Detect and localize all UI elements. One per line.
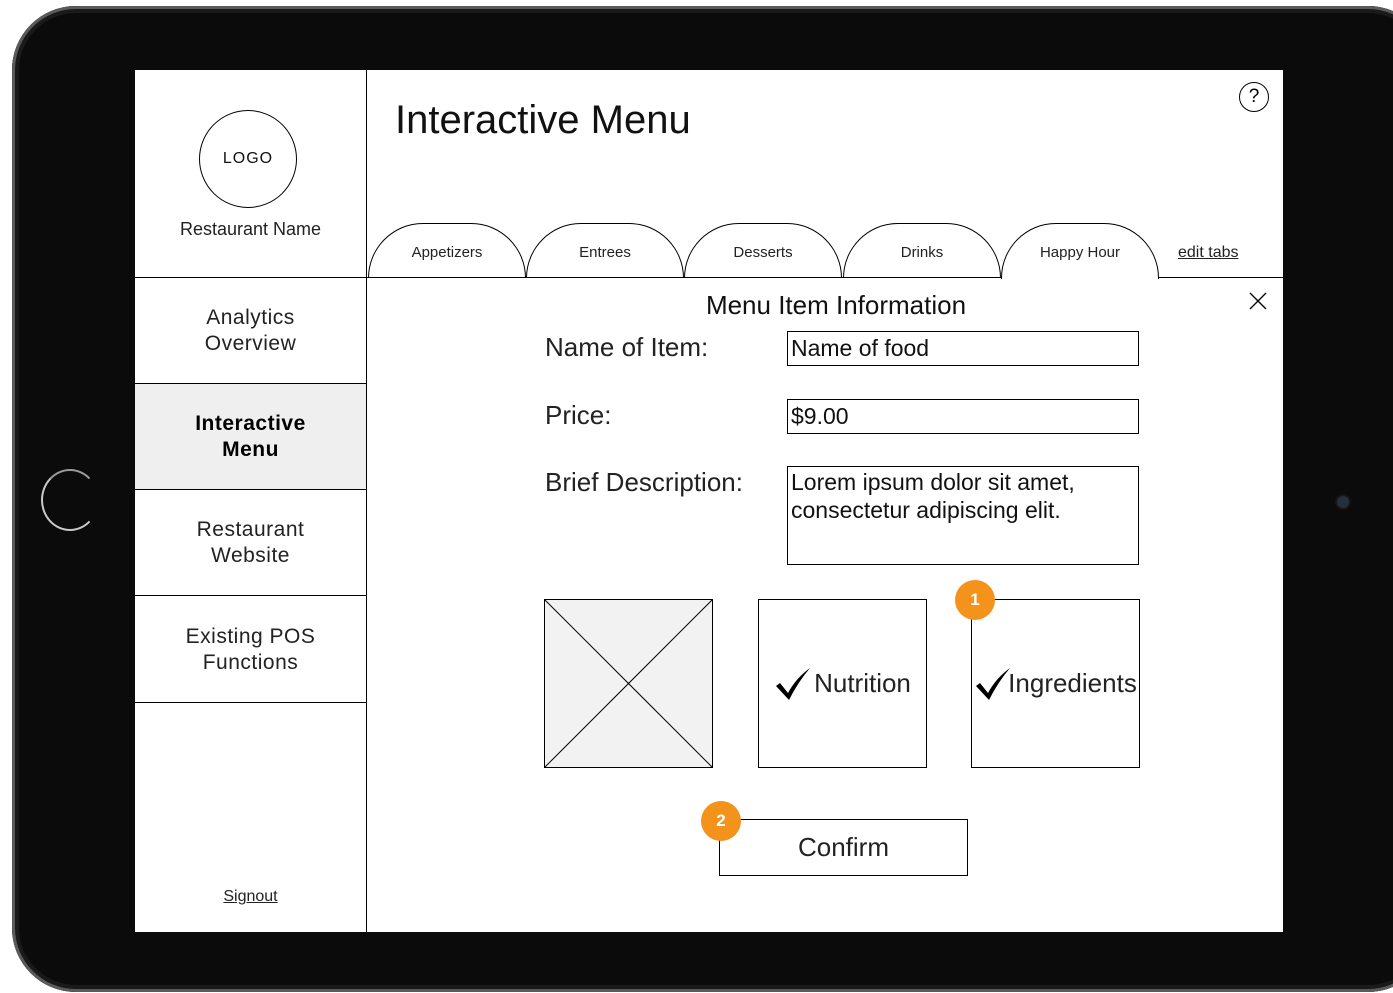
image-placeholder-icon[interactable] [544,599,713,768]
tab-drinks[interactable]: Drinks [843,223,1001,278]
form-title: Menu Item Information [705,290,967,320]
name-label: Name of Item: [545,332,709,362]
home-button[interactable] [41,469,99,531]
tab-desserts[interactable]: Desserts [684,223,842,278]
tab-happy-hour[interactable]: Happy Hour [1001,223,1159,279]
restaurant-name: Restaurant Name [179,219,322,239]
sidebar-item-label: Interactive Menu [195,411,306,461]
price-field[interactable] [787,399,1139,434]
confirm-button[interactable]: Confirm [719,819,968,876]
sidebar-item-label: Existing POS Functions [185,624,316,674]
sidebar: LOGO Restaurant Name Analytics Overview … [135,70,367,932]
sidebar-item-label: Analytics Overview [204,305,297,355]
camera-icon [1337,496,1349,508]
sidebar-item-analytics-overview[interactable]: Analytics Overview [135,278,366,384]
tab-appetizers[interactable]: Appetizers [368,223,526,278]
signout-link[interactable]: Signout [135,888,366,906]
sidebar-item-interactive-menu[interactable]: Interactive Menu [135,384,366,490]
checkmark-icon [976,667,1011,700]
ingredients-label: Ingredients [1008,668,1137,698]
sidebar-item-existing-pos-functions[interactable]: Existing POS Functions [135,597,366,703]
ingredients-checkbox[interactable]: Ingredients [971,599,1140,768]
annotation-marker-1: 1 [955,580,995,620]
edit-tabs-link[interactable]: edit tabs [1178,244,1238,262]
name-field[interactable] [787,331,1139,366]
nutrition-checkbox[interactable]: Nutrition [758,599,927,768]
close-icon[interactable] [1247,290,1269,312]
price-label: Price: [545,400,612,430]
annotation-marker-2: 2 [701,801,741,841]
description-label: Brief Description: [545,467,743,497]
logo: LOGO [199,110,297,208]
page-title: Interactive Menu [395,98,691,142]
nutrition-label: Nutrition [814,668,911,698]
question-icon[interactable]: ? [1239,82,1269,112]
tab-entrees[interactable]: Entrees [526,223,684,278]
description-field[interactable]: Lorem ipsum dolor sit amet, consectetur … [787,466,1139,565]
sidebar-item-restaurant-website[interactable]: Restaurant Website [135,490,366,596]
sidebar-item-label: Restaurant Website [196,517,305,567]
checkmark-icon [776,667,811,700]
app-screen: LOGO Restaurant Name Analytics Overview … [135,70,1283,932]
